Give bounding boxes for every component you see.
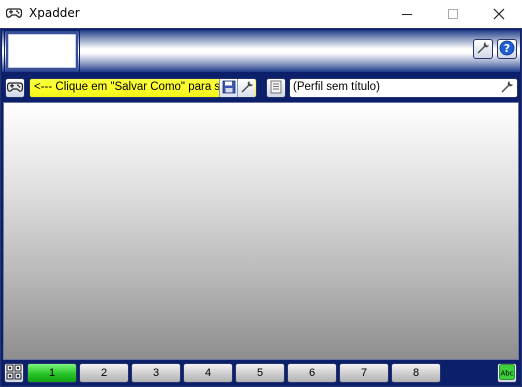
profile-list-button[interactable] xyxy=(266,78,286,98)
svg-text:Abc: Abc xyxy=(500,369,513,377)
settings-button[interactable] xyxy=(473,39,493,59)
text-toggle-button[interactable]: Abc xyxy=(497,363,517,383)
page-2-button[interactable]: 2 xyxy=(79,363,129,383)
wrench-icon xyxy=(500,80,514,97)
page-3-button[interactable]: 3 xyxy=(131,363,181,383)
gamepad-icon xyxy=(5,6,23,20)
save-as-button[interactable] xyxy=(219,79,237,97)
floppy-disk-icon xyxy=(222,80,236,97)
window-title: Xpadder xyxy=(29,6,80,20)
grid-icon xyxy=(6,364,22,383)
minimize-button[interactable] xyxy=(384,0,430,28)
profile-name-field[interactable]: (Perfil sem título) xyxy=(289,78,518,98)
profile-edit-button[interactable] xyxy=(498,79,516,97)
controller-icon xyxy=(6,80,24,97)
help-button[interactable]: ? xyxy=(497,39,517,59)
page-5-button[interactable]: 5 xyxy=(235,363,285,383)
page-7-button[interactable]: 7 xyxy=(339,363,389,383)
layout-button[interactable] xyxy=(4,363,24,383)
page-6-button[interactable]: 6 xyxy=(287,363,337,383)
svg-text:?: ? xyxy=(504,42,510,55)
close-button[interactable] xyxy=(476,0,522,28)
wrench-icon xyxy=(476,41,490,58)
help-icon: ? xyxy=(499,40,515,59)
profile-settings-button[interactable] xyxy=(237,79,255,97)
controller-button[interactable] xyxy=(5,78,25,98)
title-bar: Xpadder xyxy=(0,0,522,28)
page-1-button[interactable]: 1 xyxy=(27,363,77,383)
list-icon xyxy=(270,80,282,97)
maximize-button[interactable] xyxy=(430,0,476,28)
page-8-button[interactable]: 8 xyxy=(391,363,441,383)
save-hint-text: <--- Clique em "Salvar Como" para salvar xyxy=(34,81,220,93)
page-4-button[interactable]: 4 xyxy=(183,363,233,383)
wrench-icon xyxy=(240,80,254,97)
controller-tab[interactable] xyxy=(6,32,78,70)
controller-canvas[interactable] xyxy=(3,102,519,360)
save-hint-field[interactable]: <--- Clique em "Salvar Como" para salvar xyxy=(29,78,257,98)
abc-icon: Abc xyxy=(499,363,515,383)
profile-name-text: (Perfil sem título) xyxy=(293,81,380,93)
